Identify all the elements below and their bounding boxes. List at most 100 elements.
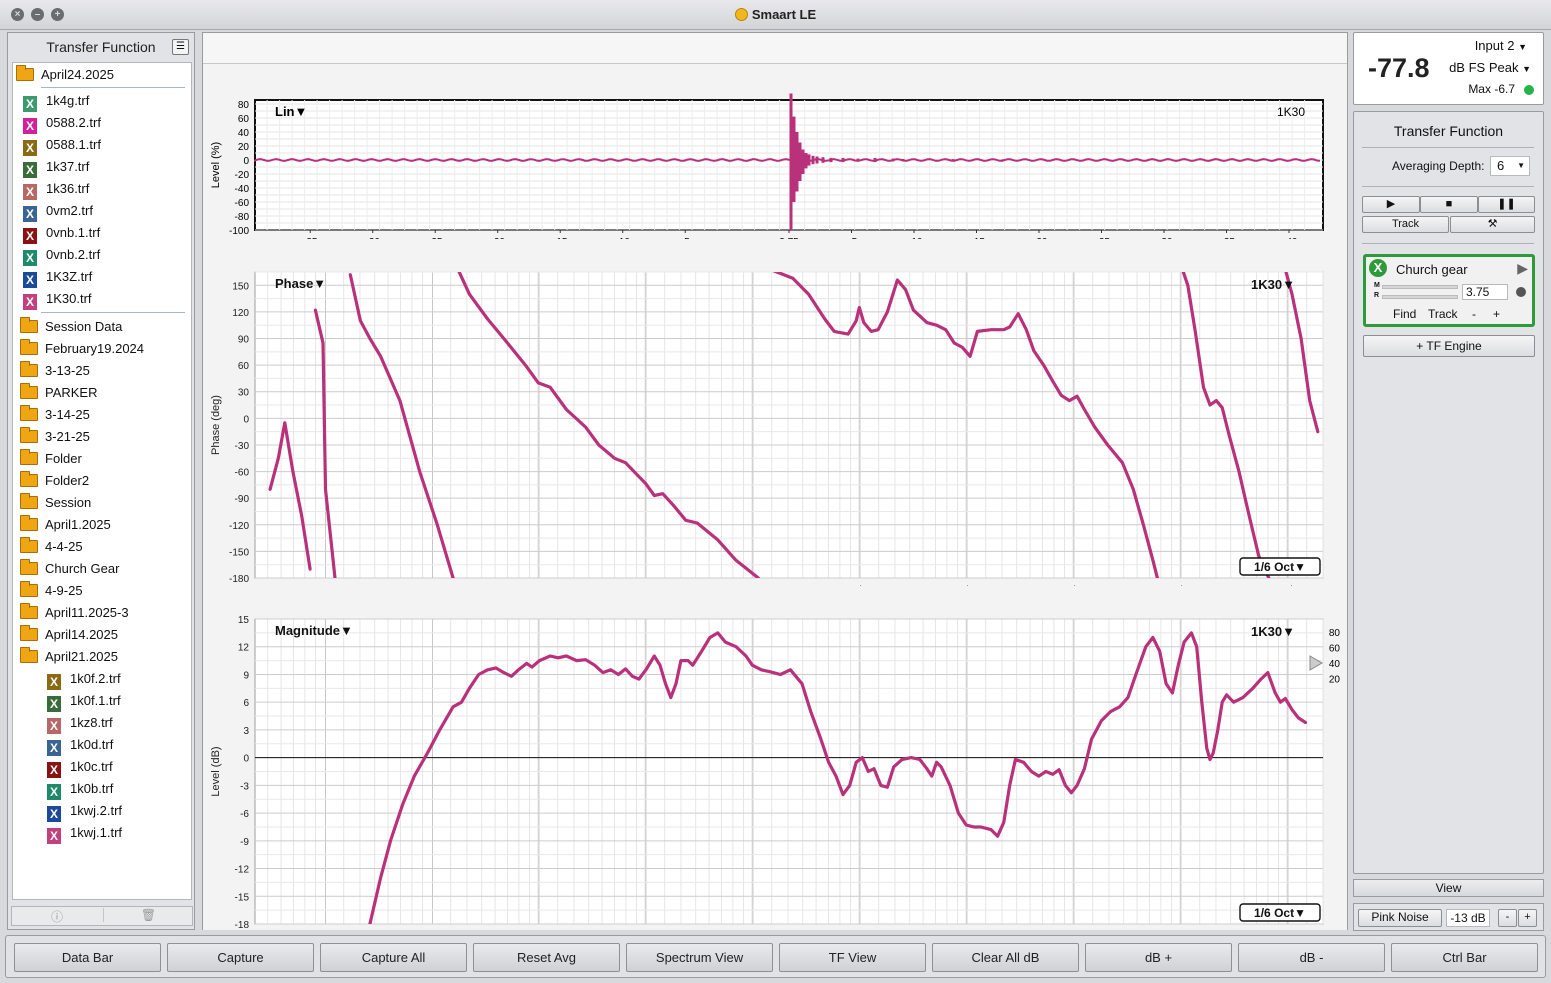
file-item[interactable]: X 1k37.trf: [23, 156, 89, 178]
folder-item[interactable]: Folder: [20, 448, 82, 470]
trace-selector[interactable]: 1K30▼: [1251, 277, 1295, 292]
tools-button[interactable]: ⚒: [1450, 216, 1535, 233]
generator-level[interactable]: -13 dB: [1446, 909, 1490, 927]
folder-item[interactable]: 3-21-25: [20, 426, 90, 448]
info-icon[interactable]: ⓘ: [12, 908, 102, 925]
file-item[interactable]: X 0vnb.2.trf: [23, 244, 100, 266]
bottom-button-capture[interactable]: Capture: [167, 943, 314, 972]
bottom-button-db[interactable]: dB -: [1238, 943, 1385, 972]
plot-type-selector[interactable]: Lin▼: [275, 104, 307, 119]
file-item[interactable]: X 0588.2.trf: [23, 112, 101, 134]
play-arrow-icon[interactable]: ▶: [1517, 260, 1528, 277]
track-button[interactable]: Track: [1362, 216, 1449, 233]
file-item[interactable]: X 1K3Z.trf: [23, 266, 92, 288]
bottom-button-clear-all-db[interactable]: Clear All dB: [932, 943, 1079, 972]
file-item[interactable]: X 1kz8.trf: [47, 712, 113, 734]
file-item[interactable]: X 1k36.trf: [23, 178, 89, 200]
y-tick-label: 120: [232, 308, 249, 319]
file-tree[interactable]: April24.2025 X 1k4g.trf X 0588.2.trf X 0588.1.…: [12, 62, 192, 900]
trace-selector[interactable]: 1K30▼: [1251, 624, 1295, 639]
file-item[interactable]: X 1k0d.trf: [47, 734, 113, 756]
menu-icon[interactable]: ☰: [172, 39, 189, 55]
view-button[interactable]: View: [1353, 879, 1544, 897]
y-tick-label: 60: [238, 361, 250, 372]
folder-item[interactable]: April21.2025: [20, 646, 118, 668]
file-label: 1k0f.1.trf: [70, 693, 121, 708]
delay-minus-button[interactable]: -: [1472, 307, 1476, 321]
plot-type-selector[interactable]: Magnitude▼: [275, 623, 353, 638]
bottom-button-reset-avg[interactable]: Reset Avg: [473, 943, 620, 972]
file-item[interactable]: X 0vnb.1.trf: [23, 222, 100, 244]
file-item[interactable]: X 1k4g.trf: [23, 90, 89, 112]
play-button[interactable]: ▶: [1362, 196, 1420, 213]
folder-item[interactable]: Folder2: [20, 470, 89, 492]
track-delay-button[interactable]: Track: [1428, 307, 1458, 321]
averaging-depth-label: Averaging Depth:: [1392, 159, 1485, 173]
meter-mode-selector[interactable]: dB FS Peak ▼: [1449, 60, 1531, 75]
tf-engine-card[interactable]: X Church gear ▶ M R 3.75 Find Track - +: [1363, 254, 1535, 327]
folder-item[interactable]: Church Gear: [20, 558, 119, 580]
file-label: 1k0b.trf: [70, 781, 114, 796]
folder-item[interactable]: 3-13-25: [20, 360, 90, 382]
folder-label: Session Data: [45, 319, 123, 334]
y-tick-label: -3: [240, 781, 249, 792]
file-item[interactable]: X 1k0f.1.trf: [47, 690, 121, 712]
file-item[interactable]: X 1kwj.1.trf: [47, 822, 122, 844]
bottom-button-ctrl-bar[interactable]: Ctrl Bar: [1391, 943, 1538, 972]
record-icon[interactable]: [1516, 287, 1526, 297]
plot-frame: [254, 271, 1324, 579]
folder-item[interactable]: 4-4-25: [20, 536, 83, 558]
bottom-button-capture-all[interactable]: Capture All: [320, 943, 467, 972]
folder-item[interactable]: Session Data: [20, 316, 122, 338]
folder-item[interactable]: April1.2025: [20, 514, 111, 536]
file-item[interactable]: X 0vm2.trf: [23, 200, 93, 222]
engine-enable-icon[interactable]: X: [1369, 259, 1387, 277]
y-tick-label: -120: [229, 521, 249, 532]
averaging-depth-select[interactable]: 6 ▼: [1490, 156, 1530, 176]
generator-minus-button[interactable]: -: [1498, 909, 1517, 927]
trace-file-icon: X: [23, 250, 37, 266]
phase-plot[interactable]: 1501209060300-30-60-90-120-150-18031.563…: [203, 239, 1347, 586]
window-title: Smaart LE: [0, 7, 1551, 22]
bottom-button-db[interactable]: dB +: [1085, 943, 1232, 972]
folder-icon: [20, 405, 38, 421]
file-item[interactable]: X 1k0c.trf: [47, 756, 113, 778]
bottom-button-data-bar[interactable]: Data Bar: [14, 943, 161, 972]
trace-file-icon: X: [47, 696, 61, 712]
divider: [1362, 186, 1534, 187]
pink-noise-button[interactable]: Pink Noise: [1358, 909, 1442, 927]
file-item[interactable]: X 1k0f.2.trf: [47, 668, 121, 690]
trace-file-icon: X: [47, 718, 61, 734]
folder-item[interactable]: April11.2025-3: [20, 602, 129, 624]
coherence-tick-label: 80: [1329, 628, 1341, 639]
delay-field[interactable]: 3.75: [1462, 284, 1508, 300]
magnitude-plot[interactable]: 15129630-3-6-9-12-15-1831.5631252505001k…: [203, 586, 1347, 930]
folder-item[interactable]: 4-9-25: [20, 580, 83, 602]
folder-icon: [20, 339, 38, 355]
plot-type-selector[interactable]: Phase▼: [275, 276, 326, 291]
trash-icon[interactable]: 🗑: [103, 908, 193, 922]
divider: [41, 87, 185, 88]
impulse-response-plot[interactable]: 806040200-20-40-60-80-100-35-30-25-20-15…: [203, 65, 1347, 240]
folder-item[interactable]: PARKER: [20, 382, 98, 404]
generator-plus-button[interactable]: +: [1518, 909, 1537, 927]
folder-item[interactable]: April14.2025: [20, 624, 118, 646]
add-tf-engine-button[interactable]: + TF Engine: [1363, 335, 1535, 357]
input-selector[interactable]: Input 2 ▼: [1475, 38, 1527, 53]
window-title-text: Smaart LE: [751, 7, 817, 22]
file-item[interactable]: X 1k0b.trf: [47, 778, 113, 800]
file-item[interactable]: X 1K30.trf: [23, 288, 92, 310]
folder-item[interactable]: April24.2025: [16, 64, 114, 86]
folder-item[interactable]: February19.2024: [20, 338, 144, 360]
file-item[interactable]: X 1kwj.2.trf: [47, 800, 122, 822]
folder-item[interactable]: Session: [20, 492, 91, 514]
folder-icon: [16, 65, 34, 81]
bottom-button-tf-view[interactable]: TF View: [779, 943, 926, 972]
folder-item[interactable]: 3-14-25: [20, 404, 90, 426]
pause-button[interactable]: ❚❚: [1478, 196, 1535, 213]
stop-button[interactable]: ■: [1420, 196, 1478, 213]
find-delay-button[interactable]: Find: [1393, 307, 1416, 321]
file-item[interactable]: X 0588.1.trf: [23, 134, 101, 156]
bottom-button-spectrum-view[interactable]: Spectrum View: [626, 943, 773, 972]
delay-plus-button[interactable]: +: [1493, 307, 1500, 321]
